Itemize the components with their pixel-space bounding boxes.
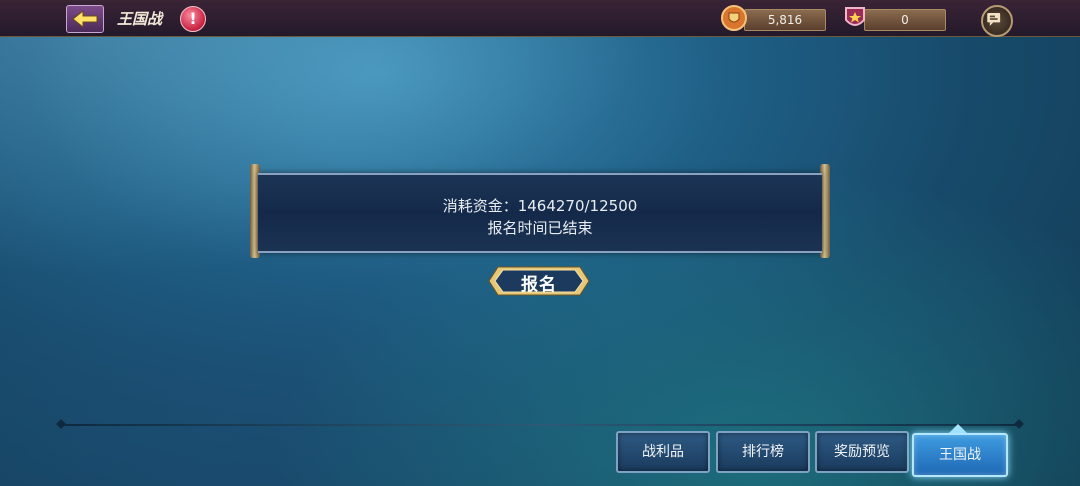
signup-button-label: 报名: [521, 275, 557, 295]
back-arrow-icon: [72, 9, 98, 29]
bottom-divider: [62, 424, 1020, 426]
signup-button[interactable]: 报名: [488, 266, 590, 296]
info-panel: 消耗资金：1464270/12500 报名时间已结束: [258, 173, 822, 253]
active-tab-indicator: [949, 424, 967, 433]
chat-icon[interactable]: [981, 5, 1013, 37]
resource-1-value: 5,816: [744, 9, 826, 31]
tab-loot[interactable]: 战利品: [616, 431, 710, 473]
page-title: 王国战: [117, 10, 163, 28]
resource-2-value: 0: [864, 9, 946, 31]
top-bar: 王国战 ! 5,816 0: [0, 0, 1080, 37]
divider-end-right: [1014, 419, 1024, 429]
back-button[interactable]: [66, 5, 104, 33]
tab-kingdom-war[interactable]: 王国战: [912, 433, 1008, 477]
exclamation-icon[interactable]: !: [180, 6, 206, 32]
signup-status-text: 报名时间已结束: [487, 219, 593, 237]
cost-text: 消耗资金：1464270/12500: [442, 197, 638, 215]
shield-coin-icon: [721, 5, 747, 31]
divider-end-left: [56, 419, 66, 429]
tab-ranking[interactable]: 排行榜: [716, 431, 810, 473]
tab-reward-preview[interactable]: 奖励预览: [815, 431, 909, 473]
star-badge-icon: [845, 7, 865, 26]
